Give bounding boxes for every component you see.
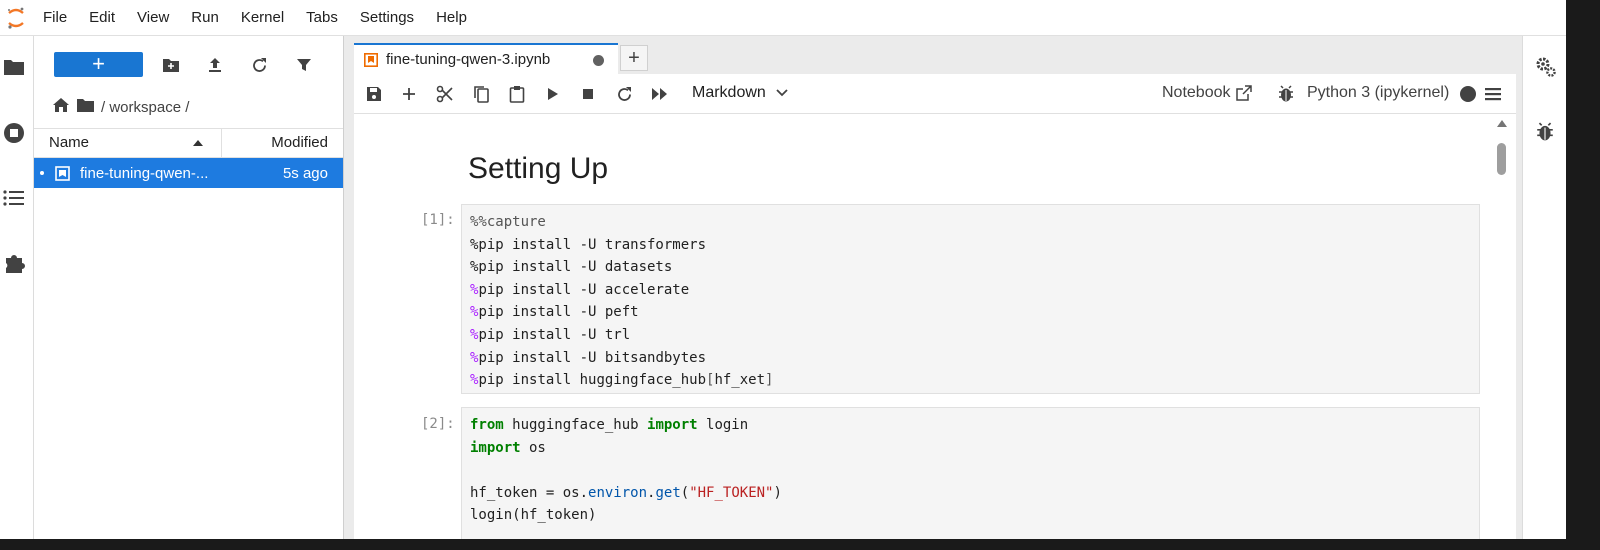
- code-line: %pip install -U peft: [470, 304, 639, 321]
- add-tab-button[interactable]: +: [620, 45, 648, 71]
- insert-cell-icon[interactable]: [399, 84, 419, 104]
- menu-bar: File Edit View Run Kernel Tabs Settings …: [0, 0, 1566, 36]
- markdown-heading[interactable]: Setting Up: [468, 152, 608, 186]
- notebook-tab-icon: [364, 52, 378, 67]
- right-sidebar: [1522, 36, 1566, 539]
- breadcrumb: / workspace /: [52, 96, 189, 118]
- upload-icon[interactable]: [205, 55, 225, 75]
- code-line: hf_token = os.environ.get("HF_TOKEN"): [470, 484, 782, 501]
- file-name: fine-tuning-qwen-...: [80, 164, 209, 182]
- code-line: %pip install -U transformers: [470, 236, 707, 253]
- external-link-icon: [1235, 85, 1252, 101]
- notebook-toolbar: Markdown Notebook Python 3 (ipykernel): [354, 74, 1516, 114]
- code-line: %pip install -U datasets: [470, 259, 673, 276]
- folder-icon[interactable]: [76, 98, 95, 117]
- home-icon[interactable]: [52, 97, 70, 117]
- file-list-header: Name Modified: [34, 128, 343, 158]
- menu-edit[interactable]: Edit: [78, 0, 126, 36]
- run-icon[interactable]: [543, 84, 563, 104]
- name-column-label: Name: [49, 134, 90, 151]
- menu-kernel[interactable]: Kernel: [230, 0, 295, 36]
- menu-icon[interactable]: [1483, 84, 1503, 104]
- menu-settings[interactable]: Settings: [349, 0, 425, 36]
- file-browser-toolbar: +: [34, 36, 343, 92]
- breadcrumb-path[interactable]: / workspace /: [101, 99, 189, 116]
- menu-file[interactable]: File: [32, 0, 78, 36]
- cut-icon[interactable]: [435, 84, 455, 104]
- file-browser: + / workspace / Name Modified fine-tunin…: [34, 36, 344, 539]
- sort-ascending-icon: [193, 140, 203, 146]
- notebook-file-icon: [54, 165, 70, 181]
- running-icon[interactable]: [1, 120, 27, 146]
- file-modified: 5s ago: [282, 164, 328, 182]
- menu-help[interactable]: Help: [425, 0, 478, 36]
- code-line: %pip install -U trl: [470, 326, 631, 343]
- code-line: %pip install -U accelerate: [470, 281, 690, 298]
- jupyter-logo-icon[interactable]: [0, 0, 32, 36]
- new-launcher-button[interactable]: +: [54, 52, 143, 77]
- folder-icon[interactable]: [1, 54, 27, 80]
- code-line: import os: [470, 439, 546, 456]
- menu-run[interactable]: Run: [180, 0, 230, 36]
- restart-kernel-icon[interactable]: [614, 84, 634, 104]
- new-folder-icon[interactable]: [161, 55, 181, 75]
- code-cell[interactable]: %%capture %pip install -U transformers %…: [461, 204, 1480, 394]
- code-line: %pip install huggingface_hub[hf_xet]: [470, 372, 774, 389]
- kernel-name[interactable]: Python 3 (ipykernel): [1307, 84, 1449, 102]
- code-line: %pip install -U bitsandbytes: [470, 349, 707, 366]
- stop-icon[interactable]: [578, 84, 598, 104]
- file-row[interactable]: fine-tuning-qwen-... 5s ago: [34, 158, 343, 188]
- cell-prompt: [2]:: [421, 416, 455, 432]
- chevron-down-icon: [776, 89, 788, 97]
- debugger-icon[interactable]: [1535, 122, 1555, 147]
- code-line: login(hf_token): [470, 507, 597, 524]
- jupyterlab-window: File Edit View Run Kernel Tabs Settings …: [0, 0, 1566, 539]
- open-notebook-button[interactable]: Notebook: [1162, 84, 1252, 102]
- modified-column-header[interactable]: Modified: [222, 129, 343, 157]
- save-icon[interactable]: [364, 84, 384, 104]
- paste-icon[interactable]: [507, 84, 527, 104]
- kernel-status-icon: [1458, 84, 1478, 104]
- code-line: %%capture: [470, 214, 546, 230]
- toc-icon[interactable]: [1, 185, 27, 211]
- restart-run-all-icon[interactable]: [650, 84, 670, 104]
- running-indicator-icon: [40, 171, 44, 175]
- copy-icon[interactable]: [471, 84, 491, 104]
- tab-notebook[interactable]: fine-tuning-qwen-3.ipynb: [354, 43, 618, 74]
- unsaved-indicator-icon[interactable]: [593, 55, 604, 66]
- code-line: from huggingface_hub import login: [470, 417, 749, 433]
- menu-view[interactable]: View: [126, 0, 180, 36]
- tab-bar: fine-tuning-qwen-3.ipynb +: [344, 36, 1522, 74]
- vertical-scrollbar[interactable]: [1494, 115, 1508, 539]
- cell-type-dropdown[interactable]: Markdown: [692, 84, 788, 102]
- cell-type-value: Markdown: [692, 84, 766, 101]
- scroll-thumb[interactable]: [1497, 143, 1506, 175]
- notebook-label: Notebook: [1162, 84, 1231, 101]
- notebook-panel: Markdown Notebook Python 3 (ipykernel) S…: [354, 74, 1516, 539]
- cell-prompt: [1]:: [421, 212, 455, 228]
- menu-tabs[interactable]: Tabs: [295, 0, 349, 36]
- notebook-content: Setting Up [1]: %%capture %pip install -…: [354, 115, 1516, 539]
- debugger-bug-icon[interactable]: [1276, 84, 1296, 104]
- extension-icon[interactable]: [1, 250, 27, 276]
- name-column-header[interactable]: Name: [34, 129, 222, 157]
- filter-icon[interactable]: [294, 55, 314, 75]
- main-dock-area: fine-tuning-qwen-3.ipynb + Markdown Note…: [344, 36, 1522, 539]
- code-cell[interactable]: from huggingface_hub import login import…: [461, 407, 1480, 539]
- tab-label: fine-tuning-qwen-3.ipynb: [386, 51, 551, 68]
- left-sidebar: [0, 36, 34, 539]
- refresh-icon[interactable]: [249, 55, 269, 75]
- scroll-up-icon[interactable]: [1497, 120, 1507, 127]
- property-inspector-icon[interactable]: [1535, 56, 1557, 83]
